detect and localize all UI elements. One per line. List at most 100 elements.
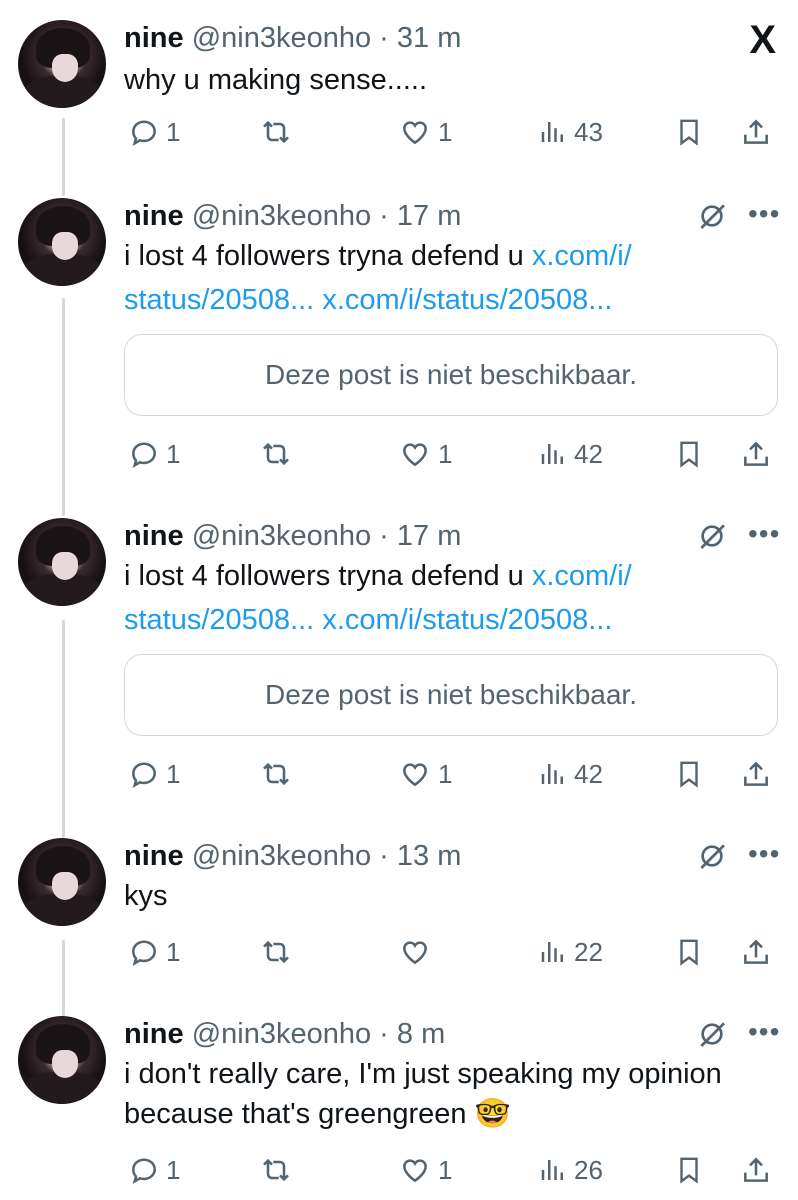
views-button[interactable]: 26: [538, 1150, 603, 1190]
like-button[interactable]: 1: [398, 1150, 452, 1190]
share-icon: [744, 761, 768, 786]
like-count: 1: [438, 116, 453, 147]
more-options-icon[interactable]: •••: [748, 200, 780, 228]
repost-button[interactable]: [258, 112, 294, 152]
views-button[interactable]: 42: [538, 434, 603, 474]
views-count: 26: [574, 1154, 603, 1185]
avatar[interactable]: [18, 1016, 106, 1104]
close-icon[interactable]: X: [749, 18, 776, 63]
grok-slash-icon[interactable]: [696, 200, 728, 232]
reply-button[interactable]: 1: [128, 1150, 180, 1190]
views-icon: [541, 122, 563, 142]
reply-count: 1: [166, 116, 181, 147]
grok-slash-icon[interactable]: [696, 840, 728, 872]
views-button[interactable]: 43: [538, 112, 603, 152]
post-link[interactable]: x.com/i/status/20508...: [322, 284, 612, 316]
more-options-icon[interactable]: •••: [748, 1018, 780, 1046]
repost-icon: [263, 940, 289, 964]
views-button[interactable]: 42: [538, 754, 603, 794]
reply-icon: [132, 940, 156, 966]
avatar[interactable]: [18, 838, 106, 926]
reply-count: 1: [166, 438, 181, 469]
bookmark-button[interactable]: [674, 434, 704, 474]
bookmark-button[interactable]: [674, 932, 704, 972]
heart-icon: [403, 443, 427, 467]
views-icon: [541, 764, 563, 784]
reply-button[interactable]: 1: [128, 754, 180, 794]
like-button[interactable]: [398, 932, 438, 972]
share-button[interactable]: [740, 932, 772, 972]
heart-icon: [403, 941, 427, 965]
bookmark-button[interactable]: [674, 112, 704, 152]
views-count: 22: [574, 936, 603, 967]
repost-button[interactable]: [258, 932, 294, 972]
views-count: 42: [574, 758, 603, 789]
author-handle[interactable]: @nin3keonho: [192, 840, 371, 872]
grok-slash-icon[interactable]: [696, 1018, 728, 1050]
reply-button[interactable]: 1: [128, 434, 180, 474]
post-time[interactable]: 17 m: [397, 200, 461, 232]
avatar[interactable]: [18, 518, 106, 606]
unavailable-quote-card[interactable]: Deze post is niet beschikbaar.: [124, 654, 778, 736]
share-button[interactable]: [740, 1150, 772, 1190]
post-time[interactable]: 13 m: [397, 840, 461, 872]
author-name[interactable]: nine: [124, 200, 184, 232]
author-handle[interactable]: @nin3keonho: [192, 200, 371, 232]
author-name[interactable]: nine: [124, 1018, 184, 1050]
views-icon: [541, 1160, 563, 1180]
post-link[interactable]: x.com/i/: [532, 240, 632, 272]
share-icon: [744, 939, 768, 964]
avatar[interactable]: [18, 20, 106, 108]
like-button[interactable]: 1: [398, 754, 452, 794]
share-button[interactable]: [740, 112, 772, 152]
post-time[interactable]: 8 m: [397, 1018, 445, 1050]
views-icon: [541, 942, 563, 962]
avatar[interactable]: [18, 198, 106, 286]
post-time[interactable]: 31 m: [397, 22, 461, 54]
views-button[interactable]: 22: [538, 932, 603, 972]
post-link[interactable]: x.com/i/status/20508...: [322, 604, 612, 636]
more-options-icon[interactable]: •••: [748, 520, 780, 548]
repost-icon: [263, 762, 289, 786]
post-text: i lost 4 followers tryna defend u x.com/…: [124, 240, 632, 272]
grok-slash-icon[interactable]: [696, 520, 728, 552]
repost-button[interactable]: [258, 754, 294, 794]
reply-button[interactable]: 1: [128, 932, 180, 972]
reply-count: 1: [166, 1154, 181, 1185]
action-bar: 1 1 42: [0, 754, 798, 794]
unavailable-quote-card[interactable]: Deze post is niet beschikbaar.: [124, 334, 778, 416]
post-header: nine @nin3keonho · 17 m: [124, 520, 462, 552]
reply-button[interactable]: 1: [128, 112, 180, 152]
author-handle[interactable]: @nin3keonho: [192, 1018, 371, 1050]
reply-icon: [132, 120, 156, 146]
bookmark-icon: [680, 939, 698, 966]
author-name[interactable]: nine: [124, 22, 184, 54]
post-time[interactable]: 17 m: [397, 520, 461, 552]
like-button[interactable]: 1: [398, 434, 452, 474]
bookmark-button[interactable]: [674, 1150, 704, 1190]
views-icon: [541, 444, 563, 464]
share-icon: [744, 441, 768, 466]
repost-button[interactable]: [258, 1150, 294, 1190]
share-button[interactable]: [740, 434, 772, 474]
bookmark-icon: [680, 441, 698, 468]
repost-icon: [263, 120, 289, 144]
like-button[interactable]: 1: [398, 112, 452, 152]
author-name[interactable]: nine: [124, 520, 184, 552]
share-icon: [744, 119, 768, 144]
heart-icon: [403, 121, 427, 145]
author-handle[interactable]: @nin3keonho: [192, 22, 371, 54]
author-name[interactable]: nine: [124, 840, 184, 872]
post-header: nine @nin3keonho · 17 m: [124, 200, 462, 232]
share-button[interactable]: [740, 754, 772, 794]
repost-button[interactable]: [258, 434, 294, 474]
bookmark-button[interactable]: [674, 754, 704, 794]
bookmark-icon: [680, 119, 698, 146]
heart-icon: [403, 763, 427, 787]
author-handle[interactable]: @nin3keonho: [192, 520, 371, 552]
thread-connector: [62, 620, 65, 838]
post-link[interactable]: x.com/i/: [532, 560, 632, 592]
more-options-icon[interactable]: •••: [748, 840, 780, 868]
post-link[interactable]: status/20508...: [124, 284, 314, 316]
post-link[interactable]: status/20508...: [124, 604, 314, 636]
